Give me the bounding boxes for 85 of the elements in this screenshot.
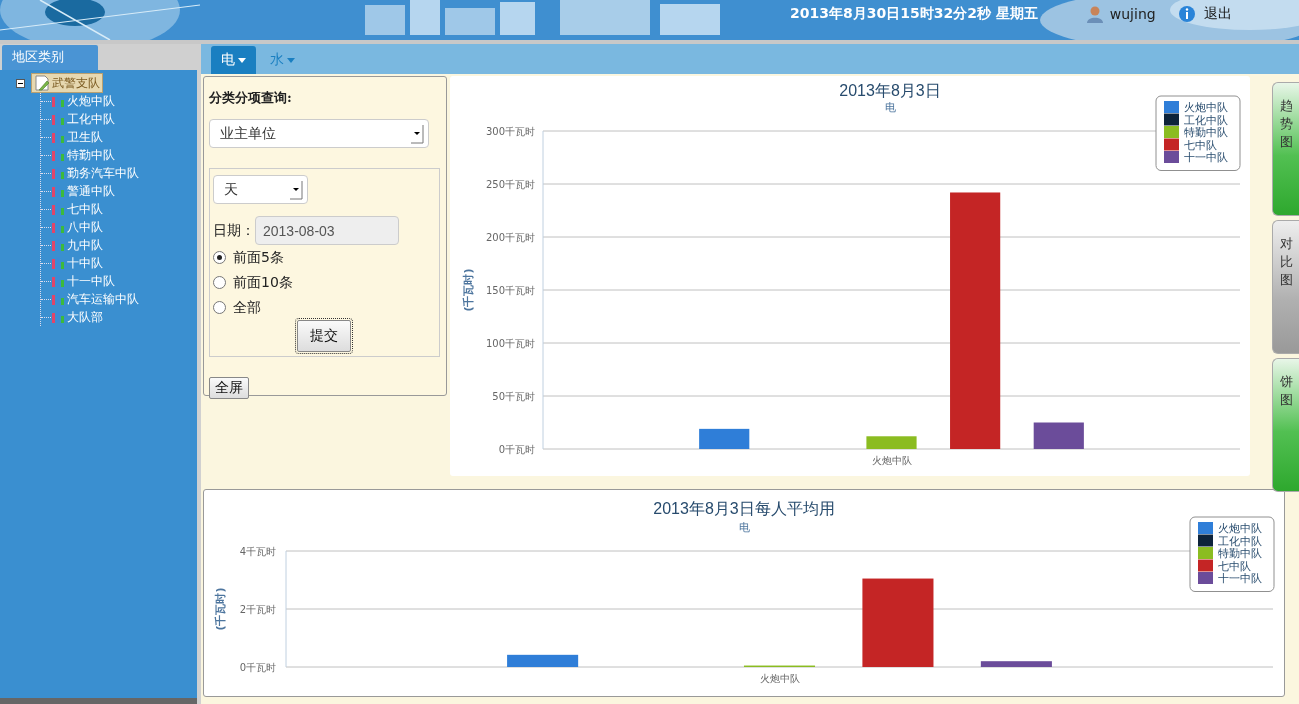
side-tab[interactable]: 对比图 <box>1272 220 1299 354</box>
chart-subtitle: 电 <box>738 521 750 534</box>
legend-label: 七中队 <box>1218 559 1251 573</box>
tree-item[interactable]: 卫生队 <box>51 128 103 146</box>
document-edit-icon <box>34 75 50 91</box>
caret-icon <box>238 57 246 63</box>
dropdown[interactable]: 业主单位 <box>209 119 429 148</box>
date-field[interactable]: 2013-08-03 <box>255 216 399 245</box>
bar-chart-icon <box>51 256 65 270</box>
tick-label: 100千瓦时 <box>485 338 535 349</box>
tree-item[interactable]: 八中队 <box>51 218 103 236</box>
tree-item[interactable]: 十一中队 <box>51 272 115 290</box>
tree-item[interactable]: 工化中队 <box>51 110 115 128</box>
axis-label: (千瓦时) <box>462 268 475 312</box>
tick-label: 0千瓦时 <box>498 444 535 455</box>
filter-title: 分类分项查询: <box>209 89 293 107</box>
dropdown-arrow-icon <box>410 123 424 144</box>
side-tab[interactable]: 饼图 <box>1272 358 1299 492</box>
legend-label: 十一中队 <box>1218 572 1262 585</box>
radio-button[interactable] <box>213 276 226 289</box>
tree-item[interactable]: 警通中队 <box>51 182 115 200</box>
tick-label: 200千瓦时 <box>485 232 535 243</box>
bar-chart-icon <box>51 148 65 162</box>
bar-chart-icon <box>51 238 65 252</box>
datetime-text: 2013年8月30日15时32分2秒 星期五 <box>790 5 1038 23</box>
radio-label: 全部 <box>233 298 261 317</box>
tree-item[interactable]: 武警支队 <box>31 73 103 93</box>
tree-item[interactable]: 十中队 <box>51 254 103 272</box>
legend-label: 工化中队 <box>1218 534 1262 548</box>
user-icon <box>1085 5 1104 23</box>
username: wujing <box>1109 6 1156 22</box>
tree-item[interactable]: 九中队 <box>51 236 103 254</box>
radio-label: 前面10条 <box>233 273 293 292</box>
tick-label: 4千瓦时 <box>239 546 276 557</box>
menu-tab[interactable]: 电 <box>211 46 256 74</box>
chart-title: 2013年8月3日每人平均用 <box>653 500 835 517</box>
submit-button[interactable]: 提交 <box>297 320 351 352</box>
bar-chart-icon <box>51 292 65 306</box>
tick-label: 2千瓦时 <box>239 604 276 615</box>
legend-label: 七中队 <box>1184 138 1217 152</box>
info-icon <box>1177 5 1196 23</box>
dropdown-arrow-icon <box>289 179 303 200</box>
category-label: 火炮中队 <box>871 455 912 466</box>
tree-item[interactable]: 七中队 <box>51 200 103 218</box>
side-tab[interactable]: 趋势图 <box>1272 82 1299 216</box>
caret-icon <box>287 57 295 63</box>
chart-subtitle: 电 <box>884 101 896 114</box>
tick-label: 0千瓦时 <box>239 662 276 673</box>
tree-item[interactable]: 大队部 <box>51 308 103 326</box>
bar-chart-icon <box>51 274 65 288</box>
legend-label: 特勤中队 <box>1218 547 1262 560</box>
legend-label: 工化中队 <box>1184 113 1228 127</box>
tree-item[interactable]: 汽车运输中队 <box>51 290 139 308</box>
logout-link[interactable]: 退出 <box>1203 5 1232 23</box>
tick-label: 50千瓦时 <box>492 391 535 402</box>
legend-label: 火炮中队 <box>1184 101 1228 114</box>
radio-label: 前面5条 <box>233 248 284 267</box>
collapse-icon[interactable] <box>16 78 25 88</box>
bar-chart-icon <box>51 112 65 126</box>
tick-label: 150千瓦时 <box>485 285 535 296</box>
menu-tab[interactable]: 水 <box>260 46 305 74</box>
legend-label: 火炮中队 <box>1218 522 1262 535</box>
bar-chart-icon <box>51 202 65 216</box>
tick-label: 250千瓦时 <box>485 179 535 190</box>
bar-chart-icon <box>51 310 65 324</box>
axis-label: (千瓦时) <box>214 587 227 631</box>
bar-chart-icon <box>51 184 65 198</box>
date-label: 日期： <box>213 221 255 240</box>
category-label: 火炮中队 <box>759 673 800 684</box>
tree-item[interactable]: 勤务汽车中队 <box>51 164 139 182</box>
radio-button[interactable] <box>213 301 226 314</box>
radio-button[interactable] <box>213 251 226 264</box>
bar-chart-icon <box>51 166 65 180</box>
tree-item[interactable]: 火炮中队 <box>51 92 115 110</box>
bar-chart-icon <box>51 94 65 108</box>
bar-chart-icon <box>51 220 65 234</box>
tree-item[interactable]: 特勤中队 <box>51 146 115 164</box>
legend-label: 十一中队 <box>1184 151 1228 164</box>
chart-title: 2013年8月3日 <box>839 82 941 99</box>
sidebar-title: 地区类别 <box>2 45 98 70</box>
tick-label: 300千瓦时 <box>485 126 535 137</box>
fullscreen-button[interactable]: 全屏 <box>209 377 249 399</box>
legend-label: 特勤中队 <box>1184 126 1228 139</box>
dropdown[interactable]: 天 <box>213 175 308 204</box>
bar-chart-icon <box>51 130 65 144</box>
